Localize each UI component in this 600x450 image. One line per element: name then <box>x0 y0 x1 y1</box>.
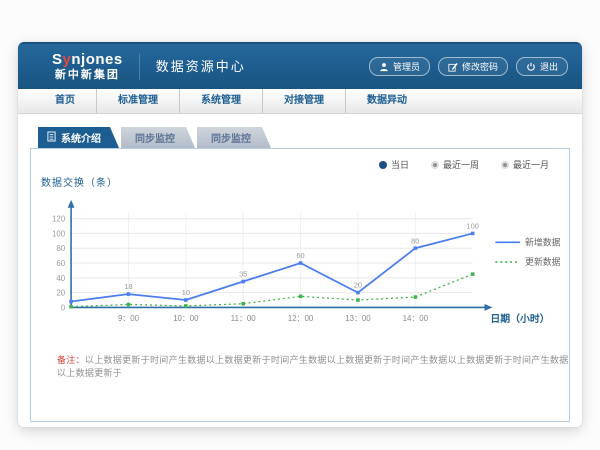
main-nav: 首页 标准管理 系统管理 对接管理 数据异动 <box>18 89 582 114</box>
svg-text:11：00: 11：00 <box>231 314 256 323</box>
svg-text:60: 60 <box>56 259 65 268</box>
svg-text:120: 120 <box>52 215 66 224</box>
header-actions: 管理员 修改密码 退出 <box>369 57 568 76</box>
data-point <box>127 303 131 307</box>
data-point <box>184 298 188 302</box>
svg-text:新增数据: 新增数据 <box>525 236 561 247</box>
svg-text:80: 80 <box>411 236 419 245</box>
chart-grid <box>71 213 473 308</box>
content-area: 系统介绍 同步监控 同步监控 当日 最近一周 <box>18 114 582 422</box>
svg-text:100: 100 <box>466 221 478 230</box>
time-range-filters: 当日 最近一周 最近一月 <box>31 149 569 171</box>
change-password-button[interactable]: 修改密码 <box>438 57 508 76</box>
data-point <box>356 298 360 302</box>
synjones-logo: Synjones 新中新集团 <box>52 52 123 81</box>
chart-panel: 当日 最近一周 最近一月 数据交换（条） 0 20 40 60 80 100 120 9：00… <box>30 148 570 422</box>
svg-text:80: 80 <box>56 244 65 253</box>
power-icon <box>526 62 536 72</box>
data-point <box>184 304 188 308</box>
tab-sync-monitor-1[interactable]: 同步监控 <box>121 127 195 148</box>
svg-text:9：00: 9：00 <box>118 314 140 323</box>
data-point <box>356 291 360 295</box>
data-point <box>299 261 303 265</box>
nav-item-system-mgmt[interactable]: 系统管理 <box>179 89 262 113</box>
svg-text:60: 60 <box>296 251 304 260</box>
tab-system-intro[interactable]: 系统介绍 <box>38 127 119 148</box>
data-point <box>241 280 245 284</box>
filter-today[interactable]: 当日 <box>379 158 409 171</box>
data-point <box>414 295 418 299</box>
tab-bar: 系统介绍 同步监控 同步监控 <box>38 127 570 148</box>
svg-text:20: 20 <box>56 289 65 298</box>
exchange-line-chart: 0 20 40 60 80 100 120 9：00 10：00 11：00 12：00 13：00 1… <box>33 191 567 339</box>
svg-text:12：00: 12：00 <box>288 314 314 323</box>
admin-user-button[interactable]: 管理员 <box>369 57 430 76</box>
footnote-text: 以上数据更新于时间产生数据以上数据更新于时间产生数据以上数据更新于时间产生数据以… <box>57 355 569 378</box>
data-point <box>127 292 131 296</box>
filter-last-month[interactable]: 最近一月 <box>501 158 549 171</box>
logout-button[interactable]: 退出 <box>516 57 568 76</box>
chart-x-axis-title: 日期（小时） <box>490 312 549 325</box>
svg-text:13：00: 13：00 <box>345 314 371 323</box>
data-point <box>414 246 418 250</box>
svg-text:更新数据: 更新数据 <box>525 256 561 267</box>
data-point <box>69 305 73 309</box>
svg-text:18: 18 <box>124 282 132 291</box>
footnote: 备注：以上数据更新于时间产生数据以上数据更新于时间产生数据以上数据更新于时间产生… <box>57 353 569 379</box>
svg-text:20: 20 <box>354 281 362 290</box>
document-icon <box>47 131 56 145</box>
nav-item-standard-mgmt[interactable]: 标准管理 <box>96 89 179 113</box>
page-title: 数据资源中心 <box>139 54 246 80</box>
radio-selected-icon <box>379 161 387 169</box>
nav-item-interface-mgmt[interactable]: 对接管理 <box>262 89 345 113</box>
svg-text:0: 0 <box>61 303 66 312</box>
chart-legend: 新增数据更新数据 <box>495 236 560 267</box>
logo-company-name: 新中新集团 <box>52 69 123 81</box>
nav-item-data-change[interactable]: 数据异动 <box>345 89 428 113</box>
svg-text:14：00: 14：00 <box>403 314 429 323</box>
svg-text:40: 40 <box>56 274 65 283</box>
tab-sync-monitor-2[interactable]: 同步监控 <box>197 127 271 148</box>
data-point <box>241 302 245 306</box>
app-window: Synjones 新中新集团 数据资源中心 管理员 修改密码 退出 首页 标准管… <box>18 42 582 427</box>
chart-y-axis-title: 数据交换（条） <box>41 174 569 189</box>
filter-last-week[interactable]: 最近一周 <box>431 158 479 171</box>
svg-text:10：00: 10：00 <box>173 314 199 323</box>
user-icon <box>379 62 389 72</box>
radio-unselected-icon <box>501 161 509 169</box>
data-point <box>471 272 475 276</box>
edit-icon <box>448 62 458 72</box>
data-point <box>471 232 475 236</box>
radio-unselected-icon <box>431 161 439 169</box>
app-header: Synjones 新中新集团 数据资源中心 管理员 修改密码 退出 <box>18 42 582 89</box>
svg-text:100: 100 <box>52 229 66 238</box>
data-point <box>69 300 73 304</box>
logo-wordmark: Synjones <box>52 52 123 69</box>
nav-item-home[interactable]: 首页 <box>34 89 96 113</box>
svg-text:10: 10 <box>182 288 190 297</box>
footnote-label: 备注： <box>57 355 85 365</box>
data-point <box>299 295 303 299</box>
svg-text:35: 35 <box>239 270 247 279</box>
